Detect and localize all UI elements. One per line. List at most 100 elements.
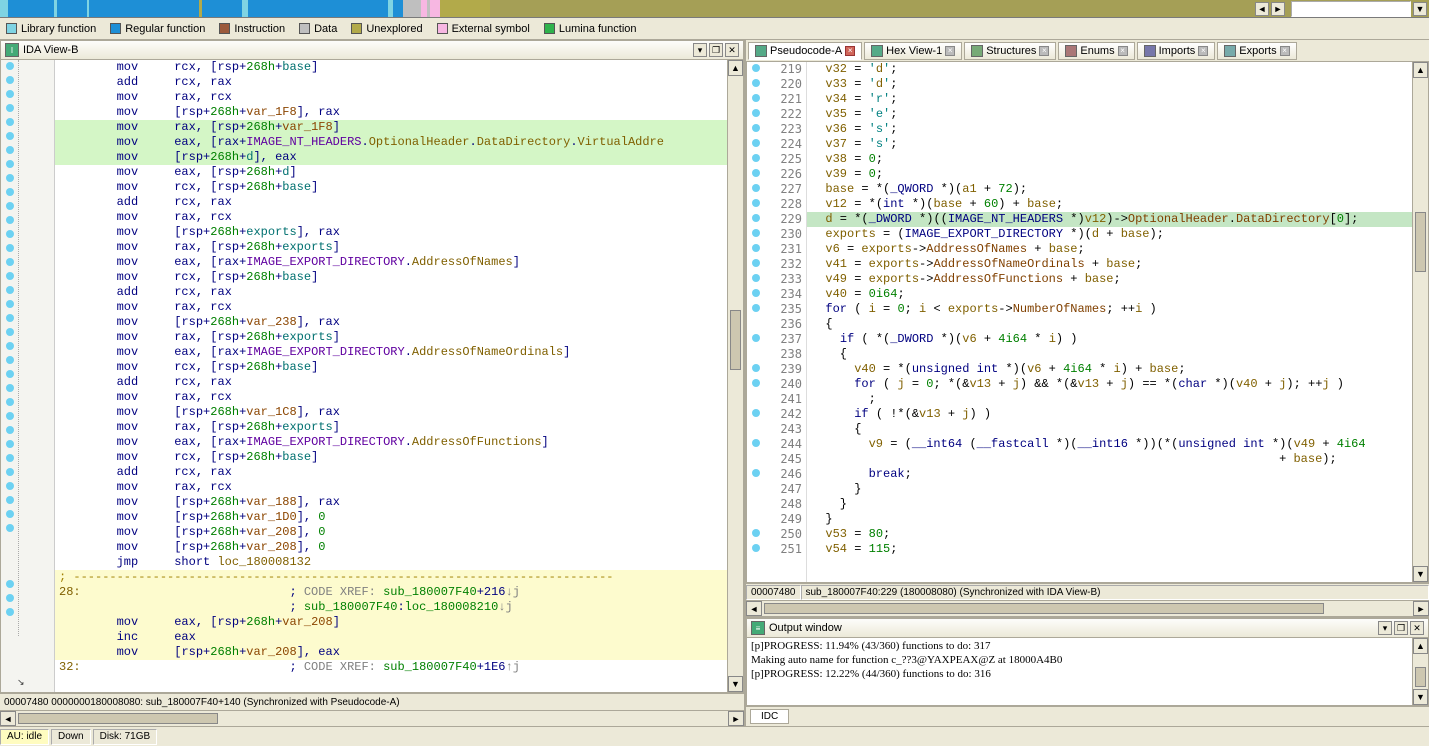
pseudocode-line[interactable]: exports = (IMAGE_EXPORT_DIRECTORY *)(d +… — [807, 227, 1412, 242]
breakpoint-dot[interactable] — [6, 454, 14, 462]
asm-line[interactable]: mov [rsp+268h+var_208], eax — [55, 645, 727, 660]
breakpoint-dot[interactable] — [6, 272, 14, 280]
tab-close-button[interactable]: × — [945, 46, 955, 56]
breakpoint-dot[interactable] — [6, 608, 14, 616]
breakpoint-dot[interactable] — [6, 580, 14, 588]
nav-segment[interactable] — [202, 0, 242, 17]
breakpoint-dot[interactable] — [6, 90, 14, 98]
breakpoint-dot[interactable] — [6, 524, 14, 532]
asm-line[interactable]: mov [rsp+268h+var_1D0], 0 — [55, 510, 727, 525]
breakpoint-dot[interactable] — [6, 412, 14, 420]
breakpoint-dot[interactable] — [752, 244, 760, 252]
breakpoint-dot[interactable] — [752, 469, 760, 477]
window-restore-button[interactable]: ❐ — [1394, 621, 1408, 635]
breakpoint-dot[interactable] — [6, 230, 14, 238]
nav-search-input[interactable] — [1291, 1, 1411, 17]
output-tab-idc[interactable]: IDC — [750, 709, 789, 724]
scroll-down-button[interactable]: ▼ — [728, 676, 743, 692]
nav-segment[interactable] — [57, 0, 87, 17]
breakpoint-dot[interactable] — [752, 79, 760, 87]
pseudocode-line[interactable]: for ( i = 0; i < exports->NumberOfNames;… — [807, 302, 1412, 317]
asm-line[interactable]: inc eax — [55, 630, 727, 645]
asm-line[interactable]: mov rax, rcx — [55, 390, 727, 405]
scroll-left-button[interactable]: ◄ — [746, 601, 762, 616]
breakpoint-dot[interactable] — [6, 342, 14, 350]
asm-line[interactable]: mov [rsp+268h+exports], rax — [55, 225, 727, 240]
asm-line[interactable]: mov rcx, [rsp+268h+base] — [55, 270, 727, 285]
scroll-left-button[interactable]: ◄ — [0, 711, 16, 726]
pc-vscrollbar[interactable]: ▲ ▼ — [1412, 62, 1428, 582]
asm-line[interactable]: mov rax, rcx — [55, 210, 727, 225]
pseudocode-line[interactable]: v6 = exports->AddressOfNames + base; — [807, 242, 1412, 257]
breakpoint-dot[interactable] — [752, 154, 760, 162]
pseudocode-line[interactable]: v34 = 'r'; — [807, 92, 1412, 107]
scroll-up-button[interactable]: ▲ — [1413, 638, 1428, 654]
output-titlebar[interactable]: ≡ Output window ▾ ❐ ✕ — [746, 618, 1429, 638]
breakpoint-dot[interactable] — [752, 214, 760, 222]
breakpoint-dot[interactable] — [6, 188, 14, 196]
pseudocode-line[interactable]: v32 = 'd'; — [807, 62, 1412, 77]
pseudocode-line[interactable]: } — [807, 497, 1412, 512]
tab-enums[interactable]: Enums× — [1058, 42, 1134, 60]
breakpoint-dot[interactable] — [752, 439, 760, 447]
breakpoint-dot[interactable] — [752, 364, 760, 372]
asm-line[interactable]: mov eax, [rsp+268h+d] — [55, 165, 727, 180]
window-close-button[interactable]: ✕ — [725, 43, 739, 57]
breakpoint-dot[interactable] — [752, 199, 760, 207]
pseudocode-line[interactable]: } — [807, 512, 1412, 527]
scroll-up-button[interactable]: ▲ — [1413, 62, 1428, 78]
breakpoint-dot[interactable] — [6, 174, 14, 182]
asm-line[interactable]: mov [rsp+268h+var_208], 0 — [55, 540, 727, 555]
tab-pseudocode-a[interactable]: Pseudocode-A× — [748, 42, 862, 60]
asm-line[interactable]: mov [rsp+268h+var_1F8], rax — [55, 105, 727, 120]
pseudocode-line[interactable]: v9 = (__int64 (__fastcall *)(__int16 *))… — [807, 437, 1412, 452]
ida-view-titlebar[interactable]: I IDA View-B ▾ ❐ ✕ — [0, 40, 744, 60]
asm-line[interactable]: 28: ; CODE XREF: sub_180007F40+216↓j — [55, 585, 727, 600]
pseudocode-line[interactable]: v39 = 0; — [807, 167, 1412, 182]
breakpoint-dot[interactable] — [752, 94, 760, 102]
pseudocode-line[interactable]: v49 = exports->AddressOfFunctions + base… — [807, 272, 1412, 287]
pseudocode-line[interactable]: { — [807, 317, 1412, 332]
asm-line[interactable]: mov eax, [rax+IMAGE_EXPORT_DIRECTORY.Add… — [55, 255, 727, 270]
ida-vscrollbar[interactable]: ▲ ▼ — [727, 60, 743, 692]
tab-exports[interactable]: Exports× — [1217, 42, 1296, 60]
output-body[interactable]: [p]PROGRESS: 11.94% (43/360) functions t… — [746, 638, 1429, 706]
asm-line[interactable]: add rcx, rax — [55, 285, 727, 300]
breakpoint-dot[interactable] — [6, 384, 14, 392]
asm-line[interactable]: mov rax, [rsp+268h+var_1F8] — [55, 120, 727, 135]
breakpoint-dot[interactable] — [752, 544, 760, 552]
asm-line[interactable]: mov eax, [rax+IMAGE_EXPORT_DIRECTORY.Add… — [55, 345, 727, 360]
right-tabstrip[interactable]: Pseudocode-A×Hex View-1×Structures×Enums… — [746, 40, 1429, 62]
pseudocode-line[interactable]: if ( *(_DWORD *)(v6 + 4i64 * i) ) — [807, 332, 1412, 347]
ida-breakpoint-col[interactable] — [1, 60, 19, 636]
breakpoint-dot[interactable] — [6, 286, 14, 294]
breakpoint-dot[interactable] — [752, 529, 760, 537]
breakpoint-dot[interactable] — [752, 64, 760, 72]
breakpoint-dot[interactable] — [752, 379, 760, 387]
breakpoint-dot[interactable] — [752, 289, 760, 297]
tab-close-button[interactable]: × — [1118, 46, 1128, 56]
scroll-down-button[interactable]: ▼ — [1413, 566, 1428, 582]
pc-breakpoint-col[interactable] — [747, 62, 765, 582]
tab-close-button[interactable]: × — [1280, 46, 1290, 56]
pseudocode-line[interactable]: } — [807, 482, 1412, 497]
asm-line[interactable]: mov rcx, [rsp+268h+base] — [55, 180, 727, 195]
nav-segment[interactable] — [403, 0, 421, 17]
tab-structures[interactable]: Structures× — [964, 42, 1056, 60]
asm-line[interactable]: mov [rsp+268h+var_188], rax — [55, 495, 727, 510]
window-menu-button[interactable]: ▾ — [693, 43, 707, 57]
pseudocode-line[interactable]: if ( !*(&v13 + j) ) — [807, 407, 1412, 422]
scroll-up-button[interactable]: ▲ — [728, 60, 743, 76]
breakpoint-dot[interactable] — [6, 76, 14, 84]
asm-line[interactable]: mov [rsp+268h+var_238], rax — [55, 315, 727, 330]
nav-bar[interactable]: ◄ ► ▼ — [0, 0, 1429, 18]
breakpoint-dot[interactable] — [6, 482, 14, 490]
asm-line[interactable]: mov eax, [rsp+268h+var_208] — [55, 615, 727, 630]
pseudocode-line[interactable]: { — [807, 422, 1412, 437]
tab-close-button[interactable]: × — [1039, 46, 1049, 56]
hscroll-thumb[interactable] — [764, 603, 1324, 614]
nav-segment[interactable] — [248, 0, 388, 17]
breakpoint-dot[interactable] — [6, 594, 14, 602]
breakpoint-dot[interactable] — [752, 124, 760, 132]
pseudocode-line[interactable]: for ( j = 0; *(&v13 + j) && *(&v13 + j) … — [807, 377, 1412, 392]
